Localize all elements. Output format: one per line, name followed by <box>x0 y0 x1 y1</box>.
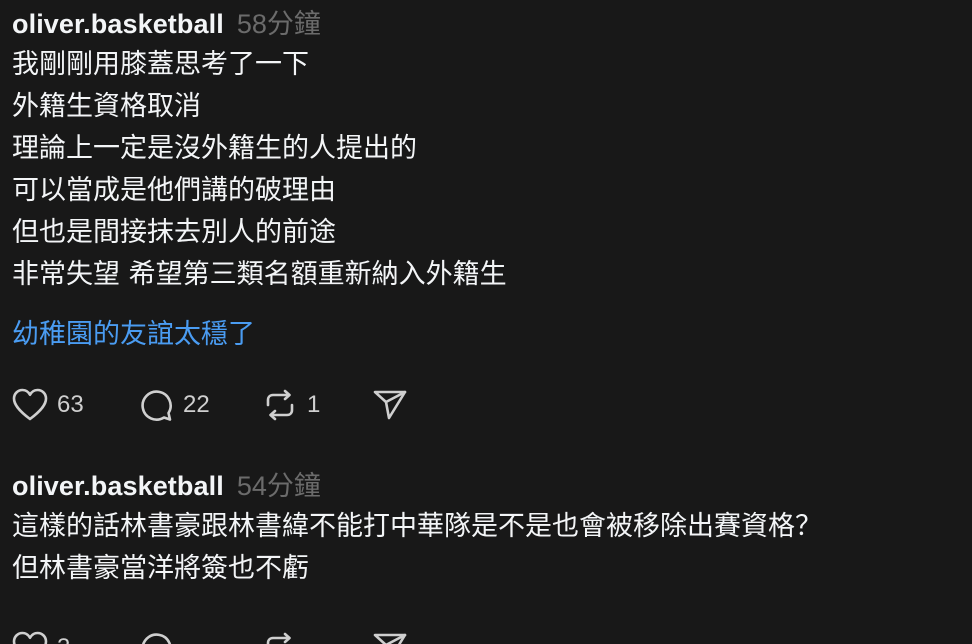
comment-button[interactable]: 22 <box>138 388 262 422</box>
like-count: 63 <box>57 391 84 418</box>
post-timestamp[interactable]: 54分鐘 <box>237 466 321 506</box>
post-actions: 3 <box>12 628 972 644</box>
repost-arrows-icon <box>262 631 298 644</box>
share-button[interactable] <box>372 388 408 422</box>
post-text-line: 理論上一定是沒外籍生的人提出的 <box>12 133 417 164</box>
post-actions: 63 22 1 <box>12 385 972 425</box>
thread-post-2: oliver.basketball 54分鐘 這樣的話林書豪跟林書緯不能打中華隊… <box>12 466 972 644</box>
like-button[interactable]: 3 <box>12 631 138 644</box>
like-count: 3 <box>57 634 70 644</box>
post-text-line: 這樣的話林書豪跟林書緯不能打中華隊是不是也會被移除出賽資格？ <box>12 511 822 542</box>
topic-tag-link[interactable]: 幼稚園的友誼太穩了 <box>12 314 972 356</box>
repost-button[interactable]: 1 <box>262 388 372 422</box>
post-text-line: 但林書豪當洋將簽也不虧 <box>12 553 309 584</box>
repost-count: 1 <box>307 391 321 418</box>
send-paper-plane-icon <box>372 631 408 644</box>
comment-count: 22 <box>183 391 210 418</box>
post-body: 這樣的話林書豪跟林書緯不能打中華隊是不是也會被移除出賽資格？ 但林書豪當洋將簽也… <box>12 506 972 590</box>
post-text-line: 我剛剛用膝蓋思考了一下 <box>12 49 309 80</box>
heart-icon <box>12 388 48 422</box>
heart-icon <box>12 631 48 644</box>
post-text-line: 非常失望 希望第三類名額重新納入外籍生 <box>12 259 507 290</box>
post-header: oliver.basketball 54分鐘 <box>12 466 972 506</box>
username[interactable]: oliver.basketball <box>12 466 224 506</box>
share-button[interactable] <box>372 631 408 644</box>
repost-arrows-icon <box>262 388 298 422</box>
thread-post-1: oliver.basketball 58分鐘 我剛剛用膝蓋思考了一下 外籍生資格… <box>12 4 972 425</box>
comment-bubble-icon <box>138 631 174 644</box>
like-button[interactable]: 63 <box>12 388 138 422</box>
post-text-line: 但也是間接抹去別人的前途 <box>12 217 336 248</box>
comment-bubble-icon <box>138 388 174 422</box>
username[interactable]: oliver.basketball <box>12 4 224 44</box>
post-body: 我剛剛用膝蓋思考了一下 外籍生資格取消 理論上一定是沒外籍生的人提出的 可以當成… <box>12 44 972 296</box>
post-text-line: 可以當成是他們講的破理由 <box>12 175 336 206</box>
send-paper-plane-icon <box>372 388 408 422</box>
post-text-line: 外籍生資格取消 <box>12 91 201 122</box>
post-timestamp[interactable]: 58分鐘 <box>237 4 321 44</box>
repost-button[interactable] <box>262 631 372 644</box>
comment-button[interactable] <box>138 631 262 644</box>
post-header: oliver.basketball 58分鐘 <box>12 4 972 44</box>
